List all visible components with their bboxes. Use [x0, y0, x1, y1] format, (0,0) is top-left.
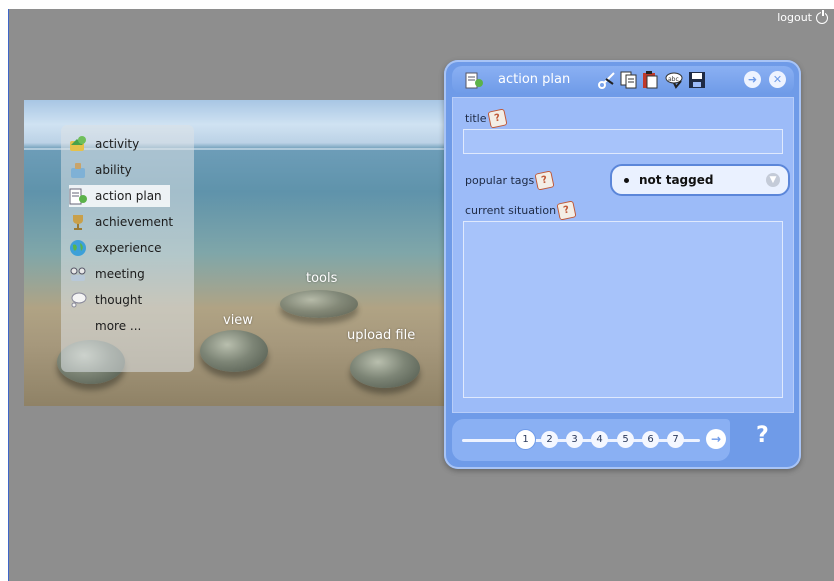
dialog-title: action plan: [498, 72, 571, 87]
page-7-button[interactable]: 7: [667, 431, 684, 448]
view-label[interactable]: view: [223, 313, 253, 328]
help-button[interactable]: ?: [756, 423, 769, 448]
page-5-button[interactable]: 5: [617, 431, 634, 448]
rock-tools[interactable]: [280, 290, 358, 318]
tags-field-label: popular tags ?: [465, 170, 555, 191]
nav-label-achievement: achievement: [95, 215, 174, 229]
rock-upload[interactable]: [350, 348, 420, 388]
nav-item-more[interactable]: more ...: [69, 315, 141, 337]
nav-label-activity: activity: [95, 137, 140, 151]
nav-item-experience[interactable]: experience: [69, 237, 162, 259]
title-input[interactable]: [463, 129, 783, 154]
nav-panel: activity ability action plan achievement…: [61, 125, 194, 372]
nav-item-activity[interactable]: activity: [69, 133, 139, 155]
help-icon[interactable]: ?: [486, 108, 508, 129]
globe-icon: [69, 239, 87, 257]
meeting-icon: [69, 265, 87, 283]
title-label-text: title: [465, 112, 487, 125]
cut-icon[interactable]: [597, 70, 617, 90]
help-icon[interactable]: ?: [534, 170, 555, 191]
save-icon[interactable]: [687, 70, 707, 90]
title-field-label: title ?: [465, 108, 508, 129]
action-plan-icon: [465, 72, 483, 89]
nav-label-meeting: meeting: [95, 267, 145, 281]
page-1-button[interactable]: 1: [515, 429, 536, 450]
page-4-button[interactable]: 4: [591, 431, 608, 448]
popular-tags-select[interactable]: not tagged ▼: [610, 164, 790, 196]
nav-label-ability: ability: [95, 163, 132, 177]
situation-label-text: current situation: [465, 204, 557, 217]
logout-button[interactable]: logout: [777, 9, 828, 24]
copy-icon[interactable]: [619, 70, 639, 90]
trophy-icon: [69, 213, 87, 231]
spellcheck-icon[interactable]: abc: [664, 70, 684, 90]
rock-view[interactable]: [200, 330, 268, 372]
action-plan-dialog: action plan abc ➜ ✕ title ? popular tags…: [444, 60, 801, 469]
next-page-arrow-icon[interactable]: →: [706, 429, 726, 449]
current-situation-textarea[interactable]: [463, 221, 783, 398]
form-content: title ? popular tags ? not tagged ▼ curr…: [452, 97, 794, 413]
situation-field-label: current situation ?: [465, 200, 577, 221]
close-icon[interactable]: ✕: [769, 71, 786, 88]
nav-label-thought: thought: [95, 293, 143, 307]
thought-bubble-icon: [69, 291, 87, 309]
nav-item-ability[interactable]: ability: [69, 159, 132, 181]
nav-item-thought[interactable]: thought: [69, 289, 142, 311]
left-border: [8, 9, 9, 581]
help-icon[interactable]: ?: [556, 200, 577, 221]
upload-file-label[interactable]: upload file: [347, 328, 415, 343]
tools-label[interactable]: tools: [306, 271, 337, 286]
page-navigator: 1 2 3 4 5 6 7 →: [452, 419, 730, 461]
nav-label-experience: experience: [95, 241, 162, 255]
ability-icon: [69, 161, 87, 179]
chevron-down-icon: ▼: [766, 173, 780, 187]
nav-item-achievement[interactable]: achievement: [69, 211, 173, 233]
logout-label: logout: [777, 11, 812, 24]
dialog-titlebar[interactable]: action plan abc ➜ ✕: [452, 66, 794, 94]
nav-item-meeting[interactable]: meeting: [69, 263, 145, 285]
tags-selected-value: not tagged: [639, 173, 714, 187]
paste-icon[interactable]: [641, 70, 661, 90]
forward-icon[interactable]: ➜: [744, 71, 761, 88]
action-plan-icon: [69, 187, 87, 205]
page-3-button[interactable]: 3: [566, 431, 583, 448]
power-icon: [816, 9, 828, 24]
tags-label-text: popular tags: [465, 174, 535, 187]
page-2-button[interactable]: 2: [541, 431, 558, 448]
nav-label-more: more ...: [95, 319, 142, 333]
svg-text:abc: abc: [668, 76, 679, 83]
nav-item-action-plan[interactable]: action plan: [69, 185, 170, 207]
bullet-icon: [624, 178, 629, 183]
activity-icon: [69, 135, 87, 153]
page-6-button[interactable]: 6: [642, 431, 659, 448]
nav-label-action-plan: action plan: [95, 189, 162, 203]
more-spacer: [69, 317, 87, 335]
